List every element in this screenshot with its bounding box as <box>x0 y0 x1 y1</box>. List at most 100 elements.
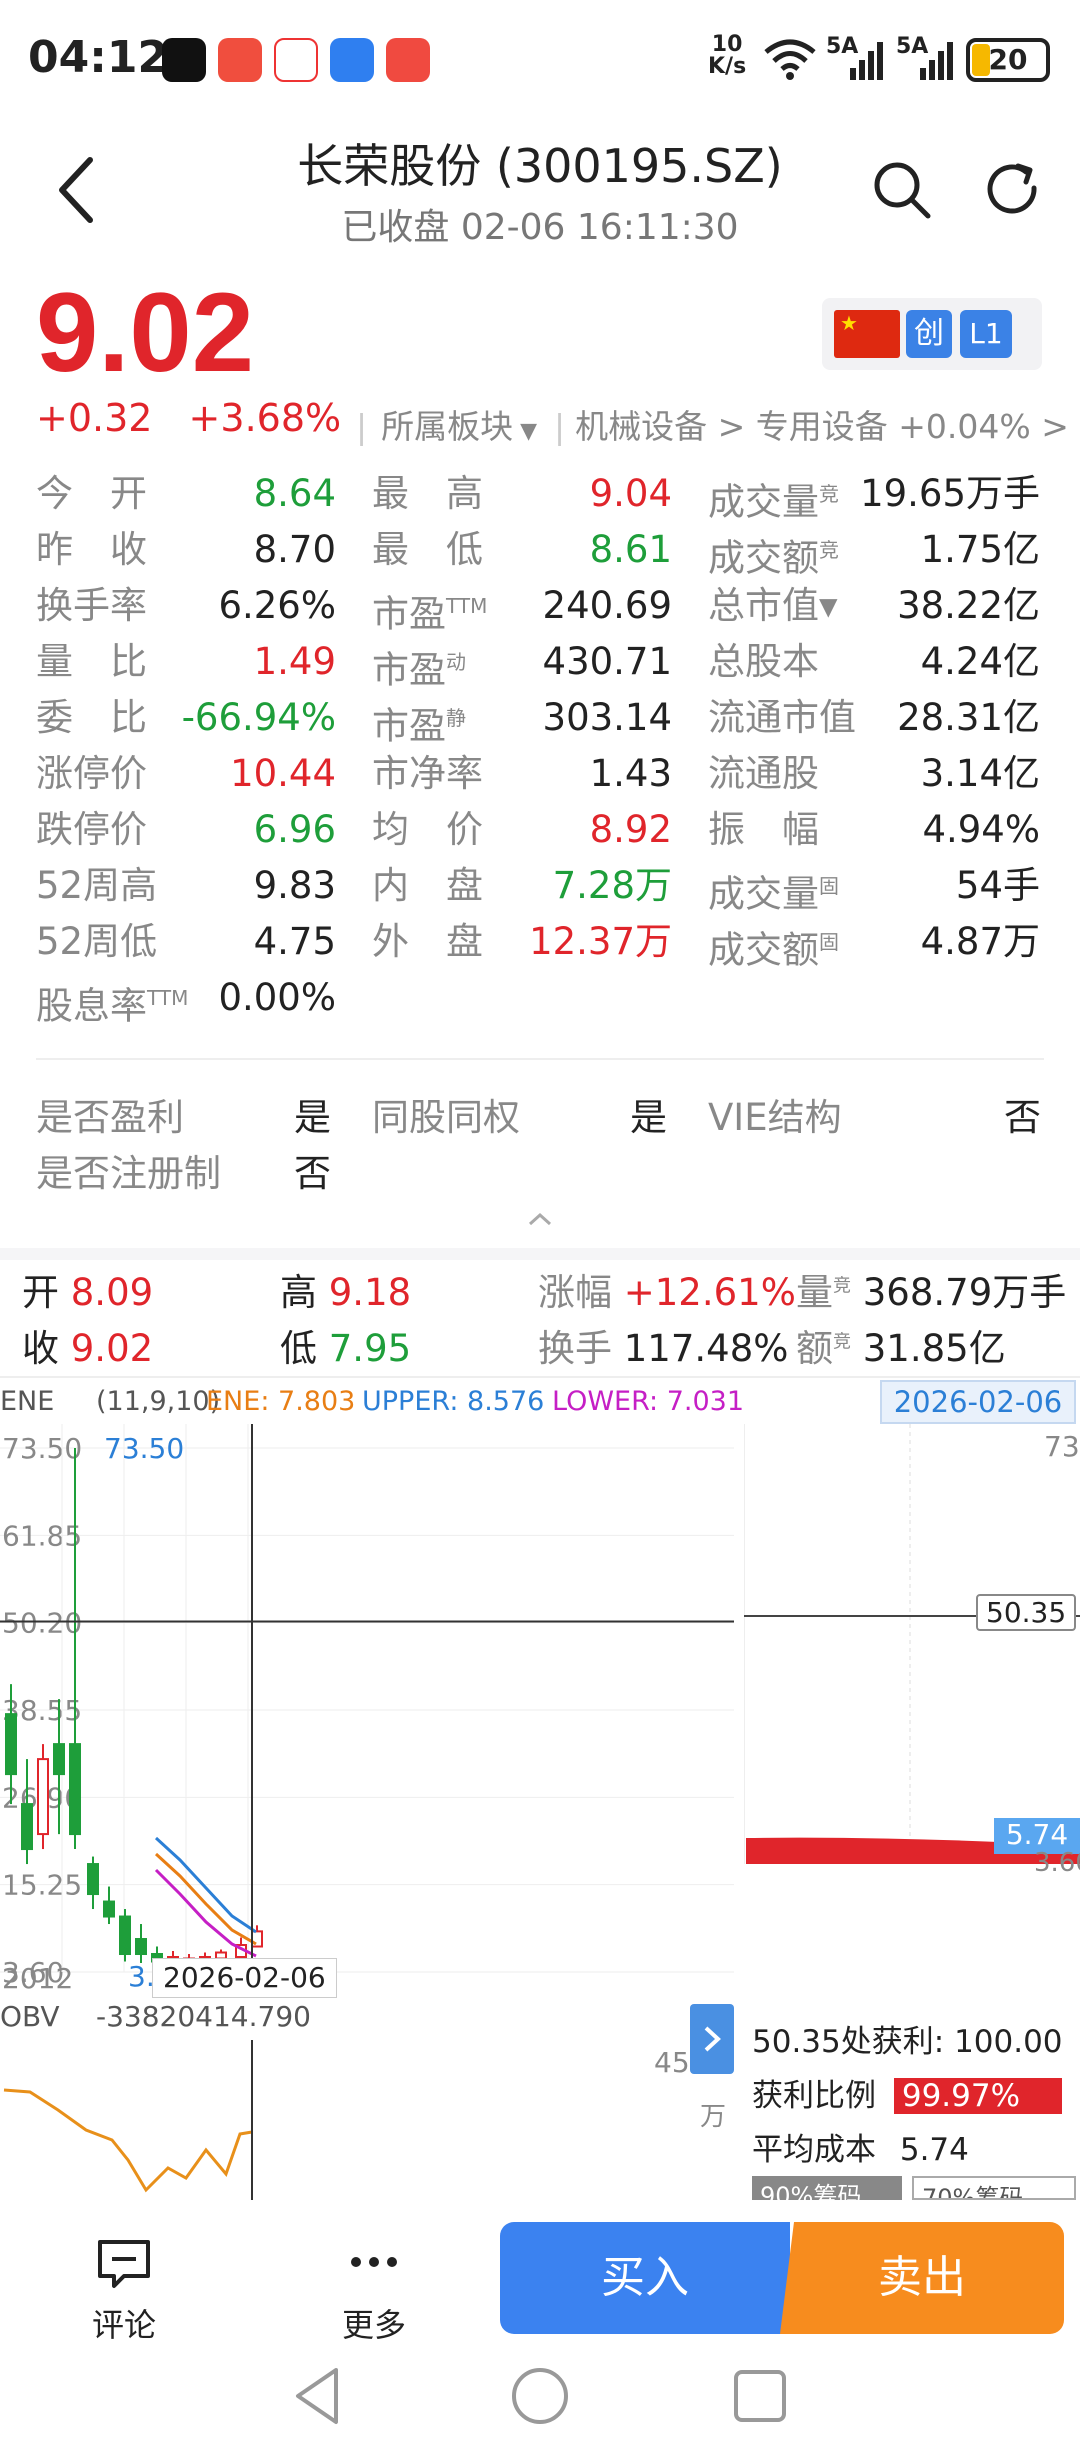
same-rights-row: 同股同权 是 <box>372 1096 667 1139</box>
stat-label: 量 比 <box>36 640 147 683</box>
stat-col1-row-6: 跌停价 6.96 <box>36 804 336 856</box>
stat-col3-row-6: 振 幅 4.94% <box>708 804 1044 856</box>
stat-label-sup: TTM <box>147 986 189 1010</box>
stat-col2-row-8: 外 盘 12.37万 <box>372 916 672 968</box>
comment-icon <box>98 2240 150 2288</box>
market-badges: ★ 创 L1 <box>822 298 1042 370</box>
price-change: +0.32 +3.68% <box>36 396 365 440</box>
stat-value: 8.64 <box>253 472 336 515</box>
more-button[interactable]: 更多 <box>334 2236 414 2346</box>
buy-button[interactable]: 买入 <box>500 2222 790 2334</box>
level1-badge[interactable]: L1 <box>960 310 1012 358</box>
stat-value: 19.65万手 <box>860 472 1040 515</box>
stat-label-sup: 静 <box>446 706 466 730</box>
stat-label: 总股本 <box>708 640 819 683</box>
wifi-icon <box>764 39 816 80</box>
stat-col3-row-7: 成交量固 54手 <box>708 860 1044 915</box>
stat-value: 28.31亿 <box>897 696 1040 739</box>
stat-col1-row-8: 52周低 4.75 <box>36 916 336 968</box>
stat-value: 303.14 <box>542 696 672 739</box>
upload-app-icon <box>330 38 374 82</box>
chip-bottom-value: 3.60 <box>1034 1848 1080 1878</box>
period-amount: 额竞 31.85亿 <box>796 1327 1006 1370</box>
stat-value: -66.94% <box>181 696 336 739</box>
stat-value: 54手 <box>955 864 1040 907</box>
stat-value: 8.70 <box>253 528 336 571</box>
search-icon[interactable] <box>870 158 934 222</box>
period-open: 开 8.09 <box>22 1271 154 1314</box>
sector-path[interactable]: 机械设备 > 专用设备 +0.04% > <box>575 407 1069 446</box>
stat-value: 4.75 <box>253 920 336 963</box>
stat-col3-row-5: 流通股 3.14亿 <box>708 748 1044 800</box>
candle-body-2 <box>37 1758 49 1836</box>
divider <box>36 1058 1044 1060</box>
stat-label: 昨 收 <box>36 528 147 571</box>
stat-col2-row-5: 市净率 1.43 <box>372 748 672 800</box>
profit-at-price: 50.35处获利: 100.00 <box>752 2024 1063 2060</box>
period-turnover: 换手 117.48% <box>538 1327 789 1370</box>
upper-value: UPPER: 8.576 <box>362 1386 545 1417</box>
indicator-params: (11,9,10) <box>96 1386 221 1417</box>
change-percent: +3.68% <box>188 396 342 440</box>
comment-button[interactable]: 评论 <box>84 2236 164 2346</box>
indicator-row[interactable]: ENE (11,9,10) ENE: 7.803 UPPER: 8.576 LO… <box>0 1376 1080 1424</box>
y-tick-label: 73.50 <box>2 1432 82 1465</box>
refresh-icon[interactable] <box>982 158 1046 222</box>
kline-chart[interactable]: 73.5061.8550.2038.5526.9015.253.6073.503… <box>0 1424 740 1998</box>
stat-value: 7.28万 <box>552 864 672 907</box>
stat-label: 涨停价 <box>36 752 147 795</box>
sector-link[interactable]: | 所属板块 ▼ | 机械设备 > 专用设备 +0.04% > <box>356 400 1069 448</box>
candle-body-1 <box>21 1803 33 1851</box>
chip-distribution[interactable]: 73.50 50.35 5.74 3.60 <box>743 1424 1080 1994</box>
period-close: 收 9.02 <box>22 1327 154 1370</box>
net-speed: 10 K/s <box>708 32 747 79</box>
stat-value: 1.75亿 <box>920 528 1040 571</box>
nav-home-icon[interactable] <box>510 2366 570 2426</box>
chip-top-value: 73.50 <box>1044 1430 1080 1463</box>
stat-value: 3.14亿 <box>920 752 1040 795</box>
stat-value: 12.37万 <box>529 920 672 963</box>
stat-value: 10.44 <box>230 752 336 795</box>
period-summary: 开 8.09 高 9.18 涨幅 +12.61% 量竞 368.79万手 收 9… <box>0 1248 1080 1378</box>
collapse-chevron-icon[interactable] <box>526 1210 554 1230</box>
stat-value: 38.22亿 <box>897 584 1040 627</box>
chip-tab-90[interactable]: 90%筹码 <box>752 2176 902 2200</box>
current-price: 9.02 <box>36 270 254 395</box>
period-volume: 量竞 368.79万手 <box>796 1271 1067 1314</box>
obv-axis-unit: 万 <box>700 2102 727 2132</box>
chip-svg <box>743 1424 1080 1864</box>
ene-value: ENE: 7.803 <box>206 1386 356 1417</box>
obv-label: OBV <box>0 2000 60 2033</box>
stat-label: 总市值▾ <box>708 584 838 627</box>
nav-back-icon[interactable] <box>290 2366 344 2426</box>
system-nav-bar <box>0 2340 1080 2440</box>
stat-label: 内 盘 <box>372 864 483 907</box>
kline-svg[interactable]: 73.5061.8550.2038.5526.9015.253.6073.503… <box>0 1424 740 1994</box>
stat-col2-row-2: 市盈TTM 240.69 <box>372 580 672 635</box>
stat-col2-row-4: 市盈静 303.14 <box>372 692 672 748</box>
stat-col1-row-1: 昨 收 8.70 <box>36 524 336 576</box>
period-rise: 涨幅 +12.61% <box>538 1271 796 1314</box>
china-flag-icon: ★ <box>834 310 900 358</box>
stat-col3-row-1: 成交额竞 1.75亿 <box>708 524 1044 579</box>
sell-button[interactable]: 卖出 <box>780 2222 1064 2334</box>
stat-value: 430.71 <box>542 640 672 683</box>
indicator-name[interactable]: ENE <box>0 1386 54 1417</box>
stock-app-icon <box>274 38 318 82</box>
candle-body-3 <box>53 1743 65 1776</box>
stat-label: 流通股 <box>708 752 819 795</box>
expand-chart-button[interactable] <box>690 2004 734 2074</box>
signal-icon-1 <box>850 42 883 80</box>
stat-value: 4.94% <box>922 808 1040 851</box>
stat-value: 9.04 <box>589 472 672 515</box>
crosshair-date-label: 2026-02-06 <box>152 1958 337 1998</box>
obv-line <box>3 2040 253 2200</box>
chip-tab-70[interactable]: 70%筹码 <box>912 2176 1076 2200</box>
stat-col3-row-0: 成交量竞 19.65万手 <box>708 468 1044 523</box>
stat-value: 4.24亿 <box>920 640 1040 683</box>
avg-cost: 平均成本 5.74 <box>752 2132 969 2168</box>
video-app-icon <box>218 38 262 82</box>
stat-value: 4.87万 <box>920 920 1040 963</box>
stat-label: 市盈 <box>372 704 446 748</box>
nav-recents-icon[interactable] <box>732 2368 788 2424</box>
